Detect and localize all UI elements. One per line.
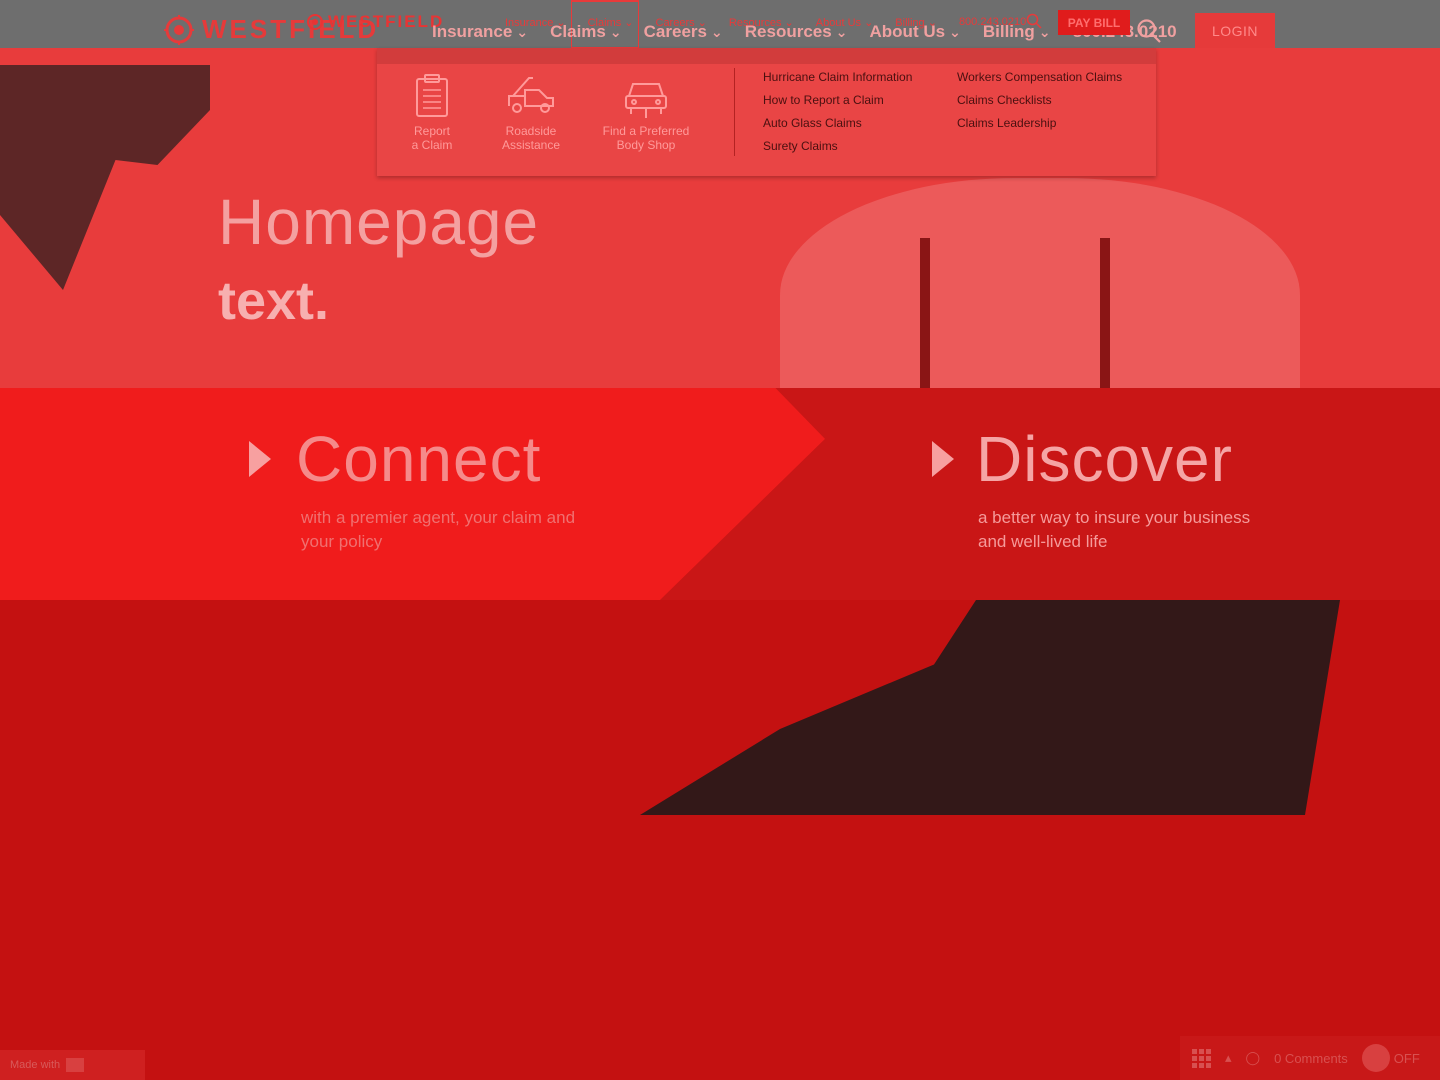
search-icon — [1137, 19, 1161, 43]
top-navigation: WESTFIELD WESTFIELD Insurance ⌄ Claims ⌄… — [0, 0, 1440, 48]
caret-up-icon[interactable]: ▴ — [1225, 1050, 1232, 1066]
link-auto-glass-claims[interactable]: Auto Glass Claims — [763, 116, 912, 130]
chevron-down-icon: ⌄ — [945, 25, 961, 41]
comment-icon: ◯ — [1245, 1050, 1261, 1065]
toggle-label: OFF — [1393, 1050, 1420, 1066]
lower-section — [0, 600, 1440, 1080]
search-icon — [1026, 13, 1042, 29]
dropdown-divider — [734, 68, 735, 156]
clipboard-icon — [416, 74, 448, 117]
badge-text: Made with — [10, 1059, 61, 1071]
link-claims-checklists[interactable]: Claims Checklists — [957, 93, 1122, 107]
tile-label: Report a Claim — [412, 124, 453, 152]
tile-label-line1: Find a Preferred — [602, 124, 690, 138]
chevron-down-icon: ⌄ — [512, 25, 529, 41]
claims-dropdown-menu: Report a Claim Roadside Assistance Find a … — [377, 48, 1156, 176]
tile-label-line2: Body Shop — [616, 138, 676, 152]
hero-apron-straps — [920, 238, 1110, 388]
chevron-down-icon: ⌄ — [831, 25, 848, 41]
hero-subtitle: text. — [218, 271, 330, 331]
tow-truck-icon — [508, 77, 554, 113]
hero-title: Homepage — [218, 186, 540, 258]
nav-insurance[interactable]: Insurance ⌄ — [432, 22, 528, 42]
search-icon-small[interactable] — [1026, 13, 1042, 34]
car-icon — [625, 83, 667, 118]
toggle-switch[interactable]: OFF — [1361, 1044, 1420, 1072]
claims-links-column-1: Hurricane Claim Information How to Repor… — [763, 70, 912, 153]
tile-label: Find a Preferred Body Shop — [603, 124, 690, 152]
tile-label-line1: Report — [413, 124, 451, 138]
roadside-assistance-tile[interactable]: Roadside Assistance — [493, 74, 569, 152]
play-arrow-icon — [249, 441, 271, 477]
toggle-knob — [1361, 1044, 1390, 1072]
bottom-toolbar: ▴ ◯ 0 Comments OFF — [1180, 1036, 1440, 1080]
logo-emblem-small-icon — [307, 14, 323, 30]
nav-resources[interactable]: Resources ⌄ — [745, 22, 848, 42]
lower-image-shadow — [640, 600, 1340, 815]
nav-about-us[interactable]: About Us ⌄ — [870, 22, 961, 42]
nav-label: Resources — [744, 22, 832, 41]
badge-logo-icon — [66, 1058, 85, 1072]
nav-label: About Us — [869, 22, 946, 41]
tile-label-line2: a Claim — [411, 138, 453, 152]
hero-image-shadow — [0, 65, 210, 290]
claims-links-column-2: Workers Compensation Claims Claims Check… — [957, 70, 1122, 130]
link-how-to-report-claim[interactable]: How to Report a Claim — [763, 93, 912, 107]
nav-claims[interactable]: Claims ⌄ — [550, 22, 622, 42]
link-claims-leadership[interactable]: Claims Leadership — [957, 116, 1122, 130]
tile-label-line2: Assistance — [501, 138, 561, 152]
link-surety-claims[interactable]: Surety Claims — [763, 139, 912, 153]
link-workers-comp-claims[interactable]: Workers Compensation Claims — [957, 70, 1122, 84]
apps-grid-icon[interactable] — [1192, 1048, 1211, 1068]
nav-label: Insurance — [432, 22, 513, 41]
connect-description: with a premier agent, your claim and you… — [301, 508, 576, 551]
nav-label: Careers — [643, 22, 707, 41]
brand-name-small: WESTFIELD — [328, 12, 445, 31]
connect-heading[interactable]: Connect — [296, 422, 541, 496]
logo-emblem-icon — [164, 14, 194, 45]
preferred-body-shop-tile[interactable]: Find a Preferred Body Shop — [597, 74, 695, 152]
nav-label: Claims — [550, 22, 606, 41]
tile-label-line1: Roadside — [505, 124, 557, 138]
tile-label: Roadside Assistance — [502, 124, 560, 152]
play-arrow-icon — [932, 441, 954, 477]
report-claim-tile[interactable]: Report a Claim — [397, 74, 467, 152]
chevron-down-icon: ⌄ — [605, 25, 622, 41]
comments-count[interactable]: 0 Comments — [1274, 1051, 1348, 1066]
discover-description: a better way to insure your business and… — [978, 508, 1251, 551]
westfield-logo-small[interactable]: WESTFIELD — [306, 12, 444, 32]
chevron-down-icon: ⌄ — [706, 25, 723, 41]
nav-careers[interactable]: Careers ⌄ — [644, 22, 723, 42]
login-button[interactable]: LOGIN — [1195, 13, 1275, 48]
made-with-badge[interactable]: Made with — [0, 1050, 145, 1080]
discover-heading[interactable]: Discover — [976, 422, 1233, 496]
search-button[interactable] — [1136, 18, 1162, 49]
link-hurricane-claim-info[interactable]: Hurricane Claim Information — [763, 70, 912, 84]
pay-bill-button[interactable]: PAY BILL — [1058, 10, 1130, 35]
